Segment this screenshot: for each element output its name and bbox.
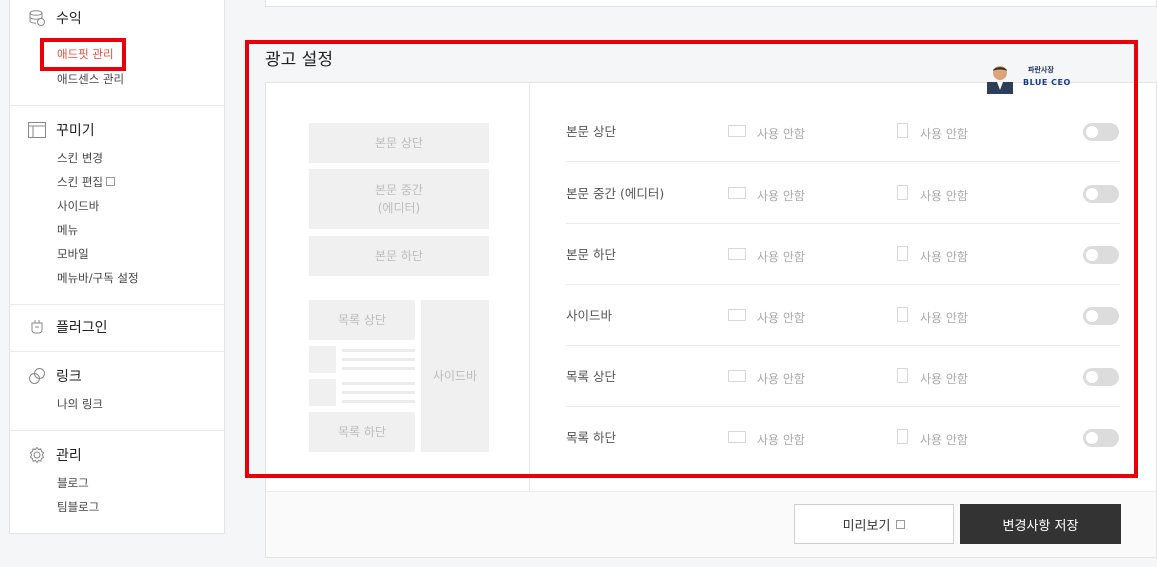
admin-sidebar: 수익 애드핏 관리 애드센스 관리 꾸미기 스킨 변경 스킨 편집 사이드바 메…: [9, 0, 225, 534]
previous-card-bottom: [265, 0, 1157, 7]
coins-icon: [27, 8, 47, 28]
sidebar-item-skin-edit-label: 스킨 편집: [57, 175, 103, 189]
highlight-box-adfit: [40, 38, 126, 71]
sidebar-title-manage: 관리: [56, 448, 82, 464]
sidebar-item-team-blog[interactable]: 팀블로그: [57, 499, 99, 515]
save-button[interactable]: 변경사항 저장: [960, 504, 1121, 544]
sidebar-item-menu[interactable]: 메뉴: [57, 222, 78, 238]
card-footer: 미리보기 변경사항 저장: [266, 491, 1156, 557]
sidebar-item-my-link[interactable]: 나의 링크: [57, 396, 103, 412]
sidebar-title-decorate: 꾸미기: [56, 123, 95, 139]
external-link-icon: [896, 519, 906, 529]
sidebar-item-adsense[interactable]: 애드센스 관리: [57, 71, 124, 87]
sidebar-section-manage: 관리 블로그 팀블로그: [10, 431, 224, 533]
sidebar-item-blog[interactable]: 블로그: [57, 475, 89, 491]
sidebar-item-mobile[interactable]: 모바일: [57, 246, 89, 262]
gear-icon: [27, 445, 47, 465]
sidebar-title-revenue: 수익: [56, 11, 82, 27]
sidebar-section-link: 링크 나의 링크: [10, 352, 224, 431]
sidebar-item-skin-edit[interactable]: 스킨 편집: [57, 174, 115, 190]
highlight-box-ad-settings: [245, 40, 1138, 478]
external-link-icon: [105, 177, 115, 186]
sidebar-title-plugin[interactable]: 플러그인: [56, 317, 108, 337]
sidebar-title-link: 링크: [56, 369, 82, 385]
preview-button[interactable]: 미리보기: [794, 504, 954, 544]
layout-icon: [27, 120, 47, 140]
sidebar-item-skin-change[interactable]: 스킨 변경: [57, 150, 103, 166]
sidebar-section-plugin: 플러그인: [10, 305, 224, 352]
sidebar-item-sidebar[interactable]: 사이드바: [57, 198, 99, 214]
sidebar-item-menubar[interactable]: 메뉴바/구독 설정: [57, 270, 139, 286]
sidebar-section-decorate: 꾸미기 스킨 변경 스킨 편집 사이드바 메뉴 모바일 메뉴바/구독 설정: [10, 106, 224, 305]
link-icon: [27, 366, 47, 386]
plugin-icon: [27, 317, 47, 337]
preview-button-label: 미리보기: [842, 518, 891, 534]
